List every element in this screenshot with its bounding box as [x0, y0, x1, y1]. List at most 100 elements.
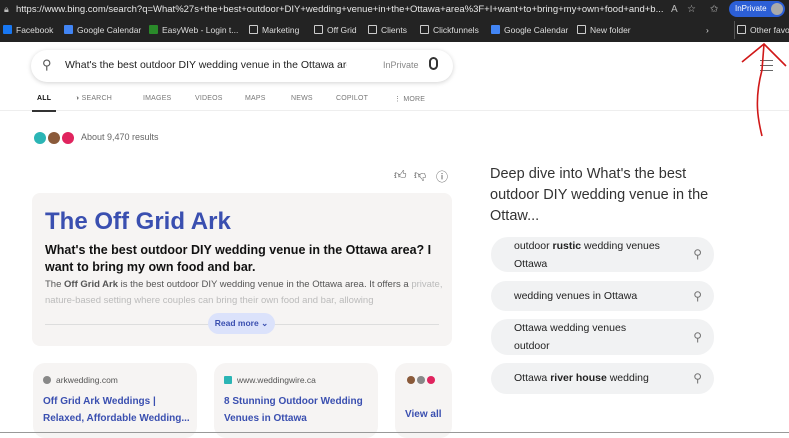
bookmark-label: Google Calendar: [77, 25, 142, 35]
tab-news[interactable]: NEWS: [291, 95, 313, 102]
inprivate-badge[interactable]: InPrivate: [729, 1, 785, 17]
search-icon[interactable]: ⚲: [42, 57, 52, 73]
calendar-icon: [64, 25, 73, 34]
view-all-card[interactable]: View all: [395, 363, 452, 438]
related-text: wedding venues in Ottawa: [514, 290, 638, 302]
body-text: The: [45, 279, 65, 290]
answer-question: What's the best outdoor DIY wedding venu…: [45, 243, 432, 274]
folder-icon: [368, 25, 377, 34]
globe-icon: [43, 376, 51, 384]
folder-icon: [577, 25, 586, 34]
bookmark-label: Marketing: [262, 25, 300, 35]
tab-videos[interactable]: VIDEOS: [195, 95, 223, 102]
tab-copilot[interactable]: COPILOT: [336, 95, 368, 102]
url-text[interactable]: https://www.bing.com/search?q=What%27s+t…: [16, 1, 666, 18]
bookmark-label: Clients: [381, 25, 407, 35]
source-title[interactable]: 8 Stunning Outdoor Wedding Venues in Ott…: [224, 393, 374, 427]
source-title[interactable]: Off Grid Ark Weddings | Relaxed, Afforda…: [43, 393, 193, 427]
bookmark-easyweb[interactable]: EasyWeb - Login t...: [149, 21, 238, 39]
calendar-icon: [491, 25, 500, 34]
source-favicon: [407, 376, 415, 384]
bookmark-clickfunnels[interactable]: Clickfunnels: [420, 21, 479, 39]
tab-label: SEARCH: [81, 95, 112, 102]
deep-dive-heading: Deep dive into What's the best outdoor D…: [490, 166, 709, 224]
folder-icon: [737, 25, 746, 34]
favorite-star-icon[interactable]: ☆: [687, 1, 696, 18]
source-card[interactable]: www.weddingwire.ca 8 Stunning Outdoor We…: [214, 363, 378, 438]
source-favicon: [62, 132, 74, 144]
results-count-text: About 9,470 results: [81, 132, 159, 142]
td-icon: [149, 25, 158, 34]
search-box[interactable]: ⚲ What's the best outdoor DIY wedding ve…: [31, 50, 453, 82]
bookmark-label: Off Grid: [327, 25, 357, 35]
related-search[interactable]: wedding venues in Ottawa ⚲: [491, 281, 714, 311]
bookmark-google-calendar[interactable]: Google Calendar: [64, 21, 141, 39]
search-input[interactable]: What's the best outdoor DIY wedding venu…: [65, 59, 347, 71]
folder-icon: [420, 25, 429, 34]
tab-search[interactable]: ◑ SEARCH: [75, 95, 112, 102]
bookmark-label: New folder: [590, 25, 631, 35]
related-text: Ottawa: [514, 372, 551, 384]
info-icon[interactable]: ⓘ: [436, 168, 448, 185]
body-text: is the best outdoor DIY wedding venue in…: [118, 279, 409, 290]
globe-icon: [417, 376, 425, 384]
tab-all[interactable]: ALL: [31, 95, 57, 112]
bookmark-label: Google Calendar: [504, 25, 569, 35]
favorites-icon[interactable]: ✩: [710, 1, 718, 18]
folder-icon: [314, 25, 323, 34]
related-search[interactable]: outdoor rustic wedding venues Ottawa ⚲: [491, 237, 714, 272]
source-domain: www.weddingwire.ca: [237, 375, 316, 385]
inprivate-label: InPrivate: [383, 60, 419, 70]
tab-maps[interactable]: MAPS: [245, 95, 266, 102]
address-bar[interactable]: 🔒︎ https://www.bing.com/search?q=What%27…: [0, 0, 789, 19]
source-favicon: [34, 132, 46, 144]
related-bold: rustic: [552, 240, 582, 252]
bookmark-off-grid[interactable]: Off Grid: [314, 21, 357, 39]
read-more-button[interactable]: Read more ⌄: [208, 313, 275, 334]
thumbs-up-icon[interactable]: 👍︎: [394, 168, 407, 183]
related-text: Ottawa wedding venues outdoor: [514, 322, 627, 352]
tab-images[interactable]: IMAGES: [143, 95, 171, 102]
bookmark-facebook[interactable]: Facebook: [3, 21, 53, 39]
chevron-right-icon[interactable]: ›: [706, 21, 709, 39]
bookmark-marketing[interactable]: Marketing: [249, 21, 299, 39]
related-text: outdoor: [514, 240, 553, 252]
red-arrow-annotation: [741, 42, 787, 137]
bookmark-google-calendar-2[interactable]: Google Calendar: [491, 21, 568, 39]
bookmark-clients[interactable]: Clients: [368, 21, 407, 39]
microphone-icon[interactable]: [429, 57, 438, 70]
related-search[interactable]: Ottawa river house wedding ⚲: [491, 363, 714, 394]
search-icon: ⚲: [693, 371, 702, 385]
bookmark-label: Other favori: [750, 25, 789, 35]
search-icon: ⚲: [693, 289, 702, 303]
read-aloud-icon[interactable]: A: [671, 1, 678, 18]
answer-title[interactable]: The Off Grid Ark: [45, 208, 231, 236]
search-tabs: ALL ◑ SEARCH IMAGES VIDEOS MAPS NEWS COP…: [0, 88, 789, 112]
copilot-search-icon: ◑: [75, 95, 82, 102]
inprivate-label: InPrivate: [735, 4, 767, 13]
answer-body: The Off Grid Ark is the best outdoor DIY…: [45, 277, 445, 307]
bookmark-new-folder[interactable]: New folder: [577, 21, 631, 39]
bookmark-label: Facebook: [16, 25, 54, 35]
tab-more[interactable]: ⋮ MORE: [394, 95, 425, 103]
lock-icon: 🔒︎: [4, 4, 9, 14]
source-domain: arkwedding.com: [56, 375, 118, 385]
bookmark-label: Clickfunnels: [433, 25, 479, 35]
related-search[interactable]: Ottawa wedding venues outdoor ⚲: [491, 319, 714, 355]
related-bold: river house: [550, 372, 607, 384]
weddingwire-icon: [224, 376, 232, 384]
bookmark-label: EasyWeb - Login t...: [162, 25, 239, 35]
source-card[interactable]: arkwedding.com Off Grid Ark Weddings | R…: [33, 363, 197, 438]
avatar: [771, 3, 783, 15]
answer-card: The Off Grid Ark What's the best outdoor…: [32, 193, 452, 346]
bookmark-other-favorites[interactable]: Other favori: [734, 21, 789, 39]
divider: [0, 432, 789, 433]
thumbs-down-icon[interactable]: 👎︎: [414, 168, 426, 183]
tab-label: MORE: [403, 96, 426, 103]
facebook-icon: [3, 25, 12, 34]
view-all-link[interactable]: View all: [405, 406, 555, 423]
search-icon: ⚲: [693, 247, 702, 261]
browser-chrome: 🔒︎ https://www.bing.com/search?q=What%27…: [0, 0, 789, 42]
source-favicon: [48, 132, 60, 144]
search-icon: ⚲: [693, 330, 702, 344]
